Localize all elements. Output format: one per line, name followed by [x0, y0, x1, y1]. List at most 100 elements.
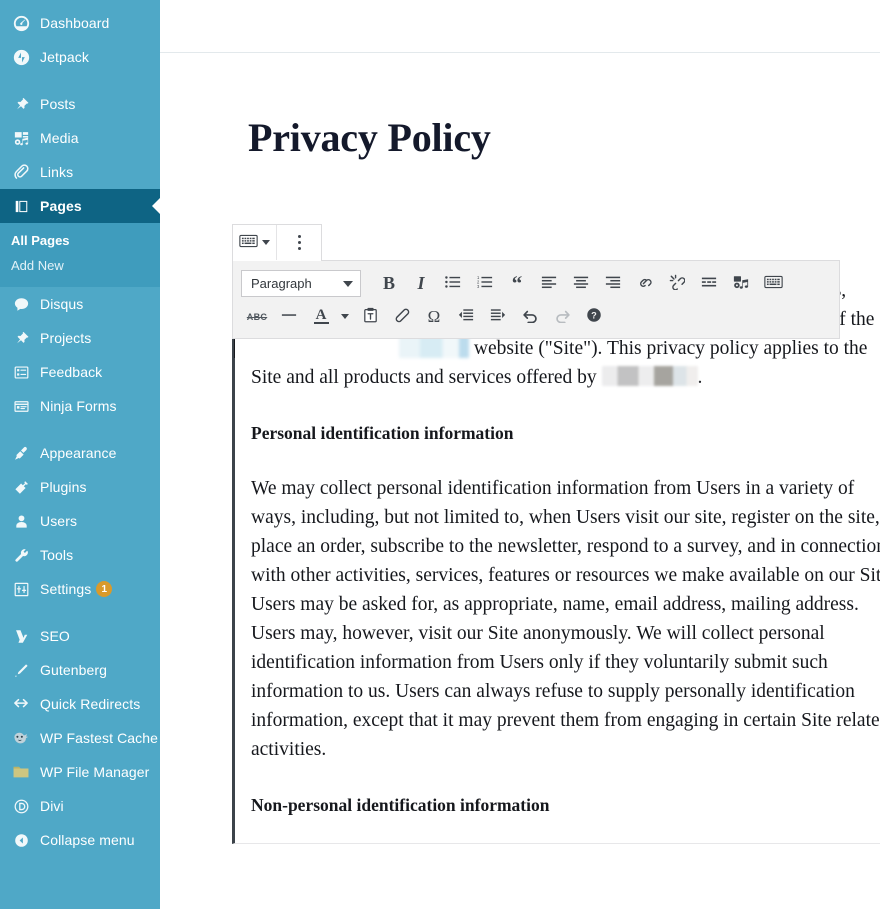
numbered-list-icon: 123: [477, 275, 493, 292]
clipboard-icon: [363, 307, 378, 326]
sidebar-item-media[interactable]: Media: [0, 121, 160, 155]
read-more-button[interactable]: [693, 269, 725, 299]
page-title[interactable]: Privacy Policy: [160, 53, 880, 160]
keyboard-block-icon: [239, 234, 258, 251]
block-more-options-button[interactable]: [277, 225, 321, 260]
blockquote-button[interactable]: “: [501, 269, 533, 299]
wrench-icon: [11, 545, 31, 565]
comment-icon: [11, 294, 31, 314]
toolbar-row-2: ABC A Ω ?: [241, 300, 831, 333]
toolbar-row-1: Paragraph B I 123 “: [241, 267, 831, 300]
sidebar-item-tools[interactable]: Tools: [0, 538, 160, 572]
sidebar-item-divi[interactable]: Divi: [0, 789, 160, 823]
paste-as-text-button[interactable]: [354, 302, 386, 332]
chevron-down-icon: [341, 314, 349, 319]
sidebar-item-label: WP File Manager: [40, 764, 150, 780]
sidebar-item-label: Dashboard: [40, 15, 110, 31]
chevron-down-icon: [343, 280, 353, 287]
sidebar-item-label: Jetpack: [40, 49, 89, 65]
selected-block-wrapper: Paragraph B I 123 “ ABC A Ω ? the websit…: [232, 224, 880, 844]
keyboard-icon: [763, 275, 783, 292]
jetpack-icon: [11, 47, 31, 67]
sidebar-item-gutenberg[interactable]: Gutenberg: [0, 653, 160, 687]
sidebar-item-wp-fastest-cache[interactable]: WP Fastest Cache: [0, 721, 160, 755]
remove-link-button[interactable]: [661, 269, 693, 299]
pin-icon: [11, 328, 31, 348]
more-options-ellipsis-icon: [297, 235, 301, 250]
undo-icon: [522, 308, 539, 326]
classic-block-content[interactable]: This Privacy Policy governs the manner i…: [232, 260, 880, 844]
text-color-dropdown-button[interactable]: [337, 302, 353, 332]
toggle-toolbar-button[interactable]: [757, 269, 789, 299]
sidebar-item-dashboard[interactable]: Dashboard: [0, 6, 160, 40]
personal-info-paragraph[interactable]: We may collect personal identification i…: [251, 474, 880, 764]
insert-link-button[interactable]: [629, 269, 661, 299]
sidebar-item-links[interactable]: Links: [0, 155, 160, 189]
indent-button[interactable]: [482, 302, 514, 332]
sidebar-item-label: Appearance: [40, 445, 117, 461]
sidebar-item-label: Projects: [40, 330, 92, 346]
horizontal-rule-icon: [281, 309, 297, 324]
sidebar-item-settings[interactable]: Settings 1: [0, 572, 160, 606]
sidebar-item-wp-file-manager[interactable]: WP File Manager: [0, 755, 160, 789]
sidebar-item-jetpack[interactable]: Jetpack: [0, 40, 160, 74]
sidebar-item-seo[interactable]: SEO: [0, 619, 160, 653]
strikethrough-button[interactable]: ABC: [241, 302, 273, 332]
sidebar-item-projects[interactable]: Projects: [0, 321, 160, 355]
sidebar-item-plugins[interactable]: Plugins: [0, 470, 160, 504]
redo-button[interactable]: [546, 302, 578, 332]
user-icon: [11, 511, 31, 531]
text-color-icon: A: [313, 308, 329, 324]
italic-button[interactable]: I: [405, 269, 437, 299]
undo-button[interactable]: [514, 302, 546, 332]
heading-personal-identification[interactable]: Personal identification information: [251, 420, 880, 446]
indent-icon: [490, 308, 506, 325]
sidebar-item-label: Settings: [40, 581, 92, 597]
svg-text:?: ?: [591, 311, 597, 321]
sidebar-item-feedback[interactable]: Feedback: [0, 355, 160, 389]
settings-update-badge: 1: [96, 581, 113, 597]
align-right-button[interactable]: [597, 269, 629, 299]
sidebar-item-appearance[interactable]: Appearance: [0, 436, 160, 470]
align-left-icon: [541, 275, 557, 292]
sidebar-item-ninja-forms[interactable]: Ninja Forms: [0, 389, 160, 423]
editor-canvas: Privacy Policy Paragraph B I 1 2 3 “ ABC…: [160, 53, 880, 844]
sidebar-item-users[interactable]: Users: [0, 504, 160, 538]
numbered-list-button[interactable]: 123: [469, 269, 501, 299]
horizontal-line-button[interactable]: [273, 302, 305, 332]
align-center-button[interactable]: [565, 269, 597, 299]
sidebar-item-quick-redirects[interactable]: Quick Redirects: [0, 687, 160, 721]
plug-icon: [11, 477, 31, 497]
add-media-button[interactable]: [725, 269, 757, 299]
sidebar-item-disqus[interactable]: Disqus: [0, 287, 160, 321]
special-character-button[interactable]: Ω: [418, 302, 450, 332]
admin-sidebar: Dashboard Jetpack Posts Media Links Page…: [0, 0, 160, 909]
block-type-button[interactable]: [233, 225, 277, 260]
text-color-button[interactable]: A: [305, 302, 337, 332]
bold-button[interactable]: B: [373, 269, 405, 299]
collapse-arrow-icon: [11, 830, 31, 850]
paragraph-style-select[interactable]: Paragraph: [241, 270, 361, 297]
sidebar-item-label: Ninja Forms: [40, 398, 117, 414]
outdent-button[interactable]: [450, 302, 482, 332]
paragraph-text-part-c: .: [697, 367, 703, 388]
sidebar-item-pages[interactable]: Pages: [0, 189, 160, 223]
sidebar-divider: [0, 74, 160, 87]
keyboard-shortcuts-button[interactable]: ?: [578, 302, 610, 332]
sidebar-subitem-add-new[interactable]: Add New: [0, 253, 160, 278]
sidebar-item-label: Media: [40, 130, 79, 146]
yoast-seo-icon: [11, 626, 31, 646]
sidebar-item-posts[interactable]: Posts: [0, 87, 160, 121]
sidebar-subitem-all-pages[interactable]: All Pages: [0, 228, 160, 253]
align-left-button[interactable]: [533, 269, 565, 299]
sidebar-item-collapse-menu[interactable]: Collapse menu: [0, 823, 160, 857]
sidebar-item-label: Quick Redirects: [40, 696, 141, 712]
omega-glyph: Ω: [427, 306, 441, 326]
pages-icon: [11, 196, 31, 216]
sidebar-item-label: Tools: [40, 547, 74, 563]
heading-non-personal-identification[interactable]: Non-personal identification information: [251, 792, 880, 818]
clear-formatting-button[interactable]: [386, 302, 418, 332]
classic-format-toolbar: Paragraph B I 123 “ ABC A Ω ?: [232, 260, 840, 339]
bulleted-list-button[interactable]: [437, 269, 469, 299]
read-more-icon: [701, 276, 717, 292]
